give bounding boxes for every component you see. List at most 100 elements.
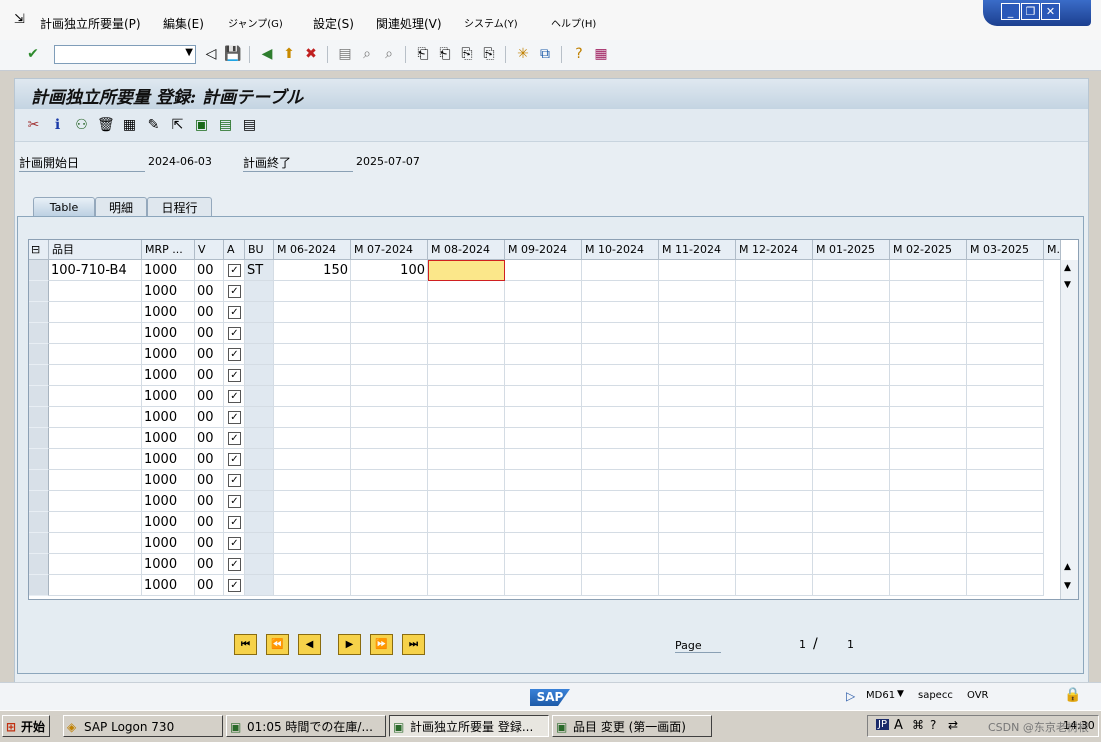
task-stock-by-time[interactable]: ▣ 01:05 時間での在庫/...: [226, 715, 386, 737]
active-checkbox[interactable]: ✓: [228, 495, 241, 508]
doc-list-icon[interactable]: ▤: [217, 117, 234, 134]
tab-schedule-lines[interactable]: 日程行: [147, 197, 212, 218]
period-cell[interactable]: [659, 449, 736, 470]
period-cell[interactable]: [428, 407, 505, 428]
period-cell[interactable]: [967, 533, 1044, 554]
period-cell[interactable]: [659, 344, 736, 365]
trash-icon[interactable]: 🗑: [97, 117, 115, 134]
menu-help[interactable]: ヘルプ(H): [551, 15, 596, 30]
period-cell[interactable]: [582, 533, 659, 554]
m06-2024-cell[interactable]: [274, 491, 351, 512]
table-settings-icon[interactable]: ⊟: [29, 240, 49, 260]
period-cell[interactable]: [736, 533, 813, 554]
period-cell[interactable]: [890, 428, 967, 449]
period-cell[interactable]: [967, 575, 1044, 596]
mrp-cell[interactable]: 1000: [142, 365, 195, 386]
back-icon[interactable]: ◀: [258, 45, 276, 63]
period-cell[interactable]: [813, 575, 890, 596]
period-cell[interactable]: [813, 512, 890, 533]
menu-planned-requirements[interactable]: 計画独立所要量(P): [40, 15, 141, 32]
period-cell[interactable]: [659, 386, 736, 407]
period-cell[interactable]: [967, 260, 1044, 281]
period-cell[interactable]: [736, 386, 813, 407]
active-checkbox[interactable]: ✓: [228, 432, 241, 445]
shortcut-icon[interactable]: ⧉: [536, 45, 554, 63]
period-cell[interactable]: [505, 470, 582, 491]
mrp-cell[interactable]: 1000: [142, 407, 195, 428]
row-selector[interactable]: [29, 449, 49, 470]
m07-2024-cell[interactable]: [351, 491, 428, 512]
ime-a-icon[interactable]: A: [894, 718, 903, 733]
chevron-down-icon[interactable]: ▼: [185, 47, 193, 58]
row-selector[interactable]: [29, 260, 49, 281]
period-cell[interactable]: [890, 449, 967, 470]
next-page-icon[interactable]: ⎘: [458, 45, 476, 63]
period-cell[interactable]: [505, 365, 582, 386]
m06-2024-cell[interactable]: [274, 533, 351, 554]
active-cell[interactable]: ✓: [224, 491, 245, 512]
previous-page-button[interactable]: ◀: [298, 634, 321, 655]
exit-icon[interactable]: ⬆: [280, 45, 298, 63]
table-icon[interactable]: ▦: [121, 117, 138, 134]
period-cell[interactable]: [582, 428, 659, 449]
scroll-up-icon[interactable]: ▲: [1064, 562, 1071, 572]
active-checkbox[interactable]: ✓: [228, 558, 241, 571]
period-cell[interactable]: [428, 428, 505, 449]
material-cell[interactable]: [49, 512, 142, 533]
col-m06-2024-header[interactable]: M 06-2024: [274, 240, 351, 260]
m07-2024-cell[interactable]: [351, 365, 428, 386]
row-selector[interactable]: [29, 365, 49, 386]
period-cell[interactable]: [428, 365, 505, 386]
col-mrp-header[interactable]: MRP ...: [142, 240, 195, 260]
period-cell[interactable]: [428, 491, 505, 512]
hierarchy-icon[interactable]: ⚇: [73, 117, 90, 134]
material-cell[interactable]: [49, 323, 142, 344]
period-cell[interactable]: [428, 533, 505, 554]
row-selector[interactable]: [29, 302, 49, 323]
period-cell[interactable]: [428, 575, 505, 596]
m06-2024-cell[interactable]: [274, 323, 351, 344]
period-cell[interactable]: [967, 491, 1044, 512]
col-m11-2024-header[interactable]: M 11-2024: [659, 240, 736, 260]
version-cell[interactable]: 00: [195, 365, 224, 386]
help-icon[interactable]: ?: [570, 45, 588, 63]
period-cell[interactable]: [813, 491, 890, 512]
mrp-cell[interactable]: 1000: [142, 470, 195, 491]
col-m03-2025-header[interactable]: M 03-2025: [967, 240, 1044, 260]
help-icon[interactable]: ?: [930, 718, 936, 732]
period-cell[interactable]: [582, 302, 659, 323]
period-cell[interactable]: [890, 491, 967, 512]
active-checkbox[interactable]: ✓: [228, 348, 241, 361]
period-cell[interactable]: [659, 554, 736, 575]
col-m01-2025-header[interactable]: M 01-2025: [813, 240, 890, 260]
scroll-down-icon[interactable]: ▼: [1064, 581, 1071, 591]
m06-2024-cell[interactable]: [274, 281, 351, 302]
material-cell[interactable]: [49, 554, 142, 575]
period-cell[interactable]: [736, 260, 813, 281]
tab-table[interactable]: Table: [33, 197, 95, 218]
active-checkbox[interactable]: ✓: [228, 516, 241, 529]
version-cell[interactable]: 00: [195, 281, 224, 302]
period-cell[interactable]: [890, 470, 967, 491]
period-cell[interactable]: [659, 575, 736, 596]
period-cell[interactable]: [505, 512, 582, 533]
period-cell[interactable]: [890, 260, 967, 281]
material-cell[interactable]: [49, 365, 142, 386]
version-cell[interactable]: 00: [195, 470, 224, 491]
period-cell[interactable]: [505, 281, 582, 302]
period-cell[interactable]: [428, 323, 505, 344]
period-cell[interactable]: [736, 575, 813, 596]
menu-system[interactable]: システム(Y): [464, 15, 518, 30]
info-icon[interactable]: ℹ: [49, 117, 66, 134]
period-cell[interactable]: [582, 470, 659, 491]
material-cell[interactable]: [49, 344, 142, 365]
version-cell[interactable]: 00: [195, 302, 224, 323]
menu-edit[interactable]: 編集(E): [163, 15, 204, 32]
active-cell[interactable]: ✓: [224, 470, 245, 491]
period-cell[interactable]: [813, 302, 890, 323]
version-cell[interactable]: 00: [195, 512, 224, 533]
period-cell[interactable]: [505, 323, 582, 344]
menu-jump[interactable]: ジャンプ(G): [228, 15, 283, 30]
version-cell[interactable]: 00: [195, 386, 224, 407]
period-cell[interactable]: [736, 428, 813, 449]
